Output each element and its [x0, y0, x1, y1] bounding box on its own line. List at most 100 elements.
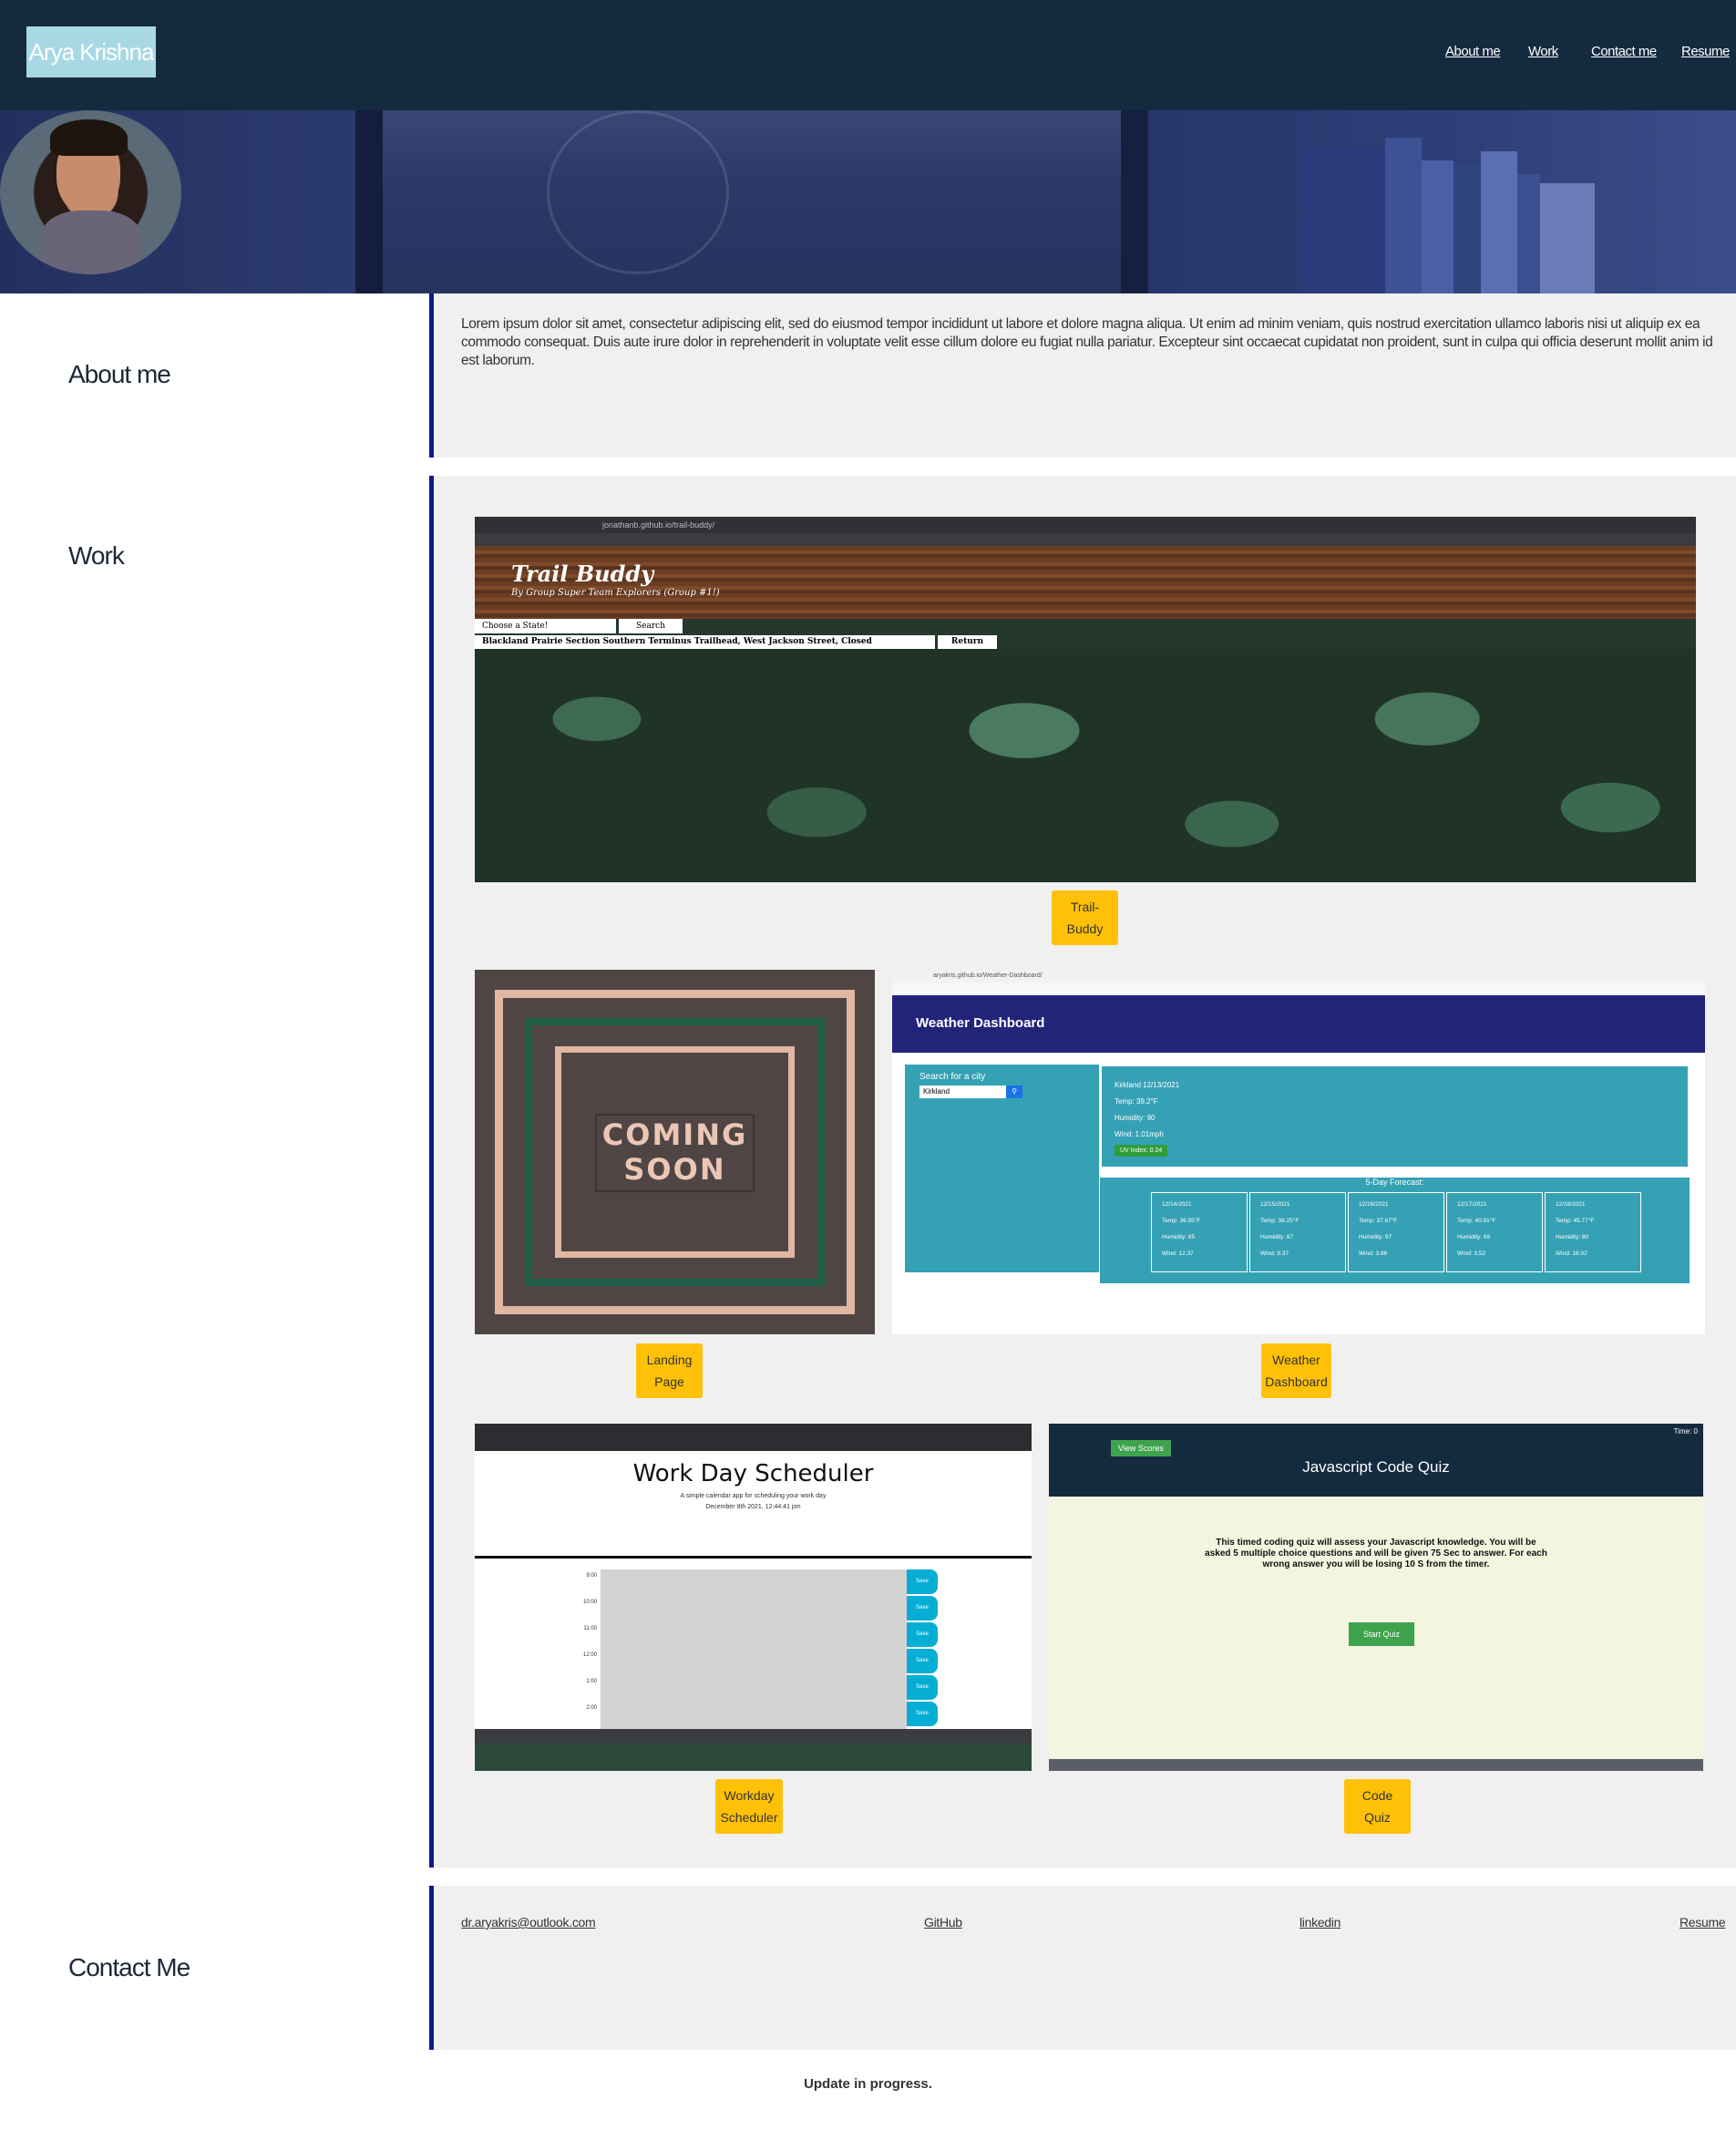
code-quiz-button[interactable]: Code Quiz: [1344, 1779, 1411, 1834]
weather-dashboard-screenshot[interactable]: aryakris.github.io/Weather-Dashboard/ We…: [892, 970, 1705, 1334]
scheduler-hour: 9:00: [586, 1573, 597, 1579]
nav-work[interactable]: Work: [1528, 44, 1558, 59]
forecast-date: 12/17/2021: [1457, 1201, 1487, 1208]
about-text: Lorem ipsum dolor sit amet, consectetur …: [461, 316, 1713, 368]
weather-title: Weather Dashboard: [916, 1015, 1045, 1031]
work-panel: jonathanb.github.io/trail-buddy/ Trail B…: [429, 476, 1736, 1868]
scheduler-save-button: Save: [907, 1702, 938, 1726]
forecast-wind: Wind: 8.37: [1260, 1250, 1289, 1257]
quiz-description: This timed coding quiz will assess your …: [1205, 1538, 1547, 1569]
about-heading: About me: [68, 360, 171, 388]
forecast-date: 12/16/2021: [1359, 1201, 1389, 1208]
scheduler-save-button: Save: [907, 1649, 938, 1673]
forecast-temp: Temp: 38.25°F: [1260, 1218, 1299, 1224]
weather-forecast-title: 5-Day Forecast:: [1365, 1178, 1424, 1187]
forecast-card: 12/17/2021 Temp: 40.91°F Humidity: 69 Wind:…: [1446, 1192, 1543, 1272]
weather-search-icon: ⚲: [1006, 1086, 1022, 1098]
trail-result: Blackland Prairie Section Southern Termi…: [475, 635, 935, 649]
work-heading: Work: [68, 541, 125, 570]
trail-title: Trail Buddy: [511, 561, 654, 587]
scheduler-row: 11:00 Save: [566, 1622, 949, 1649]
weather-address-bar: aryakris.github.io/Weather-Dashboard/: [892, 970, 1705, 983]
forecast-wind: Wind: 16.02: [1556, 1250, 1587, 1257]
landing-page-button-line2: Page: [654, 1374, 684, 1389]
contact-github-link[interactable]: GitHub: [924, 1915, 962, 1929]
scheduler-row: 10:00 Save: [566, 1596, 949, 1622]
browser-address-bar: jonathanb.github.io/trail-buddy/: [475, 517, 1696, 533]
scheduler-button-line1: Workday: [724, 1788, 775, 1803]
scheduler-button-line2: Scheduler: [720, 1810, 778, 1825]
code-quiz-screenshot[interactable]: View Scores Time: 0 Javascript Code Quiz…: [1049, 1424, 1703, 1771]
trail-return-button: Return: [938, 635, 997, 649]
soon-text: SOON: [623, 1152, 726, 1187]
forecast-date: 12/14/2021: [1162, 1201, 1192, 1208]
forecast-hum: Humidity: 97: [1359, 1234, 1392, 1240]
quiz-start-button: Start Quiz: [1349, 1622, 1414, 1646]
forecast-temp: Temp: 36.95°F: [1162, 1218, 1201, 1224]
scheduler-save-button: Save: [907, 1675, 938, 1700]
trail-buddy-screenshot[interactable]: jonathanb.github.io/trail-buddy/ Trail B…: [475, 517, 1696, 882]
nav-about-me[interactable]: About me: [1445, 44, 1501, 59]
weather-humidity: Humidity: 90: [1115, 1114, 1156, 1122]
scheduler-hour: 2:00: [586, 1705, 597, 1711]
quiz-view-scores: View Scores: [1111, 1440, 1171, 1456]
weather-button-line1: Weather: [1272, 1353, 1320, 1367]
forecast-temp: Temp: 40.91°F: [1457, 1218, 1496, 1224]
forecast-row: 12/14/2021 Temp: 36.95°F Humidity: 85 Wind:…: [1151, 1192, 1643, 1276]
contact-heading: Contact Me: [68, 1953, 190, 1981]
landing-page-button[interactable]: Landing Page: [636, 1343, 703, 1398]
contact-email-link[interactable]: dr.aryakris@outlook.com: [461, 1915, 596, 1929]
scheduler-hour: 12:00: [582, 1652, 597, 1658]
weather-search-label: Search for a city: [919, 1072, 986, 1082]
forecast-date: 12/18/2021: [1556, 1201, 1586, 1208]
scheduler-hour: 1:00: [586, 1679, 597, 1684]
contact-panel: dr.aryakris@outlook.com GitHub linkedin …: [429, 1886, 1736, 2050]
nav-resume[interactable]: Resume: [1681, 44, 1730, 59]
weather-dashboard-button[interactable]: Weather Dashboard: [1261, 1343, 1331, 1398]
weather-wind: Wind: 1.01mph: [1115, 1130, 1164, 1138]
scheduler-save-button: Save: [907, 1622, 938, 1647]
weather-uv-badge: UV Index: 0.24: [1115, 1145, 1168, 1157]
trail-buddy-button-line2: Buddy: [1066, 921, 1104, 936]
weather-current-city: Kirkland 12/13/2021: [1115, 1081, 1180, 1089]
scheduler-row: 9:00 Save: [566, 1569, 949, 1596]
forecast-card: 12/14/2021 Temp: 36.95°F Humidity: 85 Wind:…: [1151, 1192, 1248, 1272]
trail-state-select: Choose a State!: [475, 619, 616, 633]
about-panel: Lorem ipsum dolor sit amet, consectetur …: [429, 293, 1736, 458]
nav-contact-me[interactable]: Contact me: [1591, 44, 1657, 59]
quiz-timer: Time: 0: [1673, 1427, 1698, 1435]
scheduler-hour: 11:00: [583, 1626, 597, 1631]
forecast-wind: Wind: 12.37: [1162, 1250, 1194, 1257]
forecast-temp: Temp: 37.67°F: [1359, 1218, 1398, 1224]
profile-avatar: [0, 110, 181, 274]
weather-button-line2: Dashboard: [1265, 1374, 1328, 1389]
trail-buddy-button[interactable]: Trail- Buddy: [1052, 890, 1118, 945]
workday-scheduler-button[interactable]: Workday Scheduler: [715, 1779, 783, 1834]
coming-text: COMING: [601, 1117, 748, 1152]
forecast-hum: Humidity: 87: [1260, 1234, 1294, 1240]
scheduler-subtitle: A simple calendar app for scheduling you…: [680, 1493, 827, 1499]
weather-temp: Temp: 39.2°F: [1115, 1097, 1158, 1106]
forecast-temp: Temp: 45.77°F: [1556, 1218, 1595, 1224]
scheduler-hour: 10:00: [582, 1600, 597, 1605]
forecast-card: 12/18/2021 Temp: 45.77°F Humidity: 80 Wind:…: [1545, 1192, 1641, 1272]
forecast-card: 12/15/2021 Temp: 38.25°F Humidity: 87 Wind:…: [1249, 1192, 1346, 1272]
contact-resume-link[interactable]: Resume: [1680, 1915, 1726, 1929]
scheduler-row: 12:00 Save: [566, 1649, 949, 1675]
trail-search-button: Search: [619, 619, 683, 633]
landing-page-screenshot[interactable]: COMING SOON: [475, 970, 875, 1334]
forecast-wind: Wind: 3.86: [1359, 1250, 1388, 1257]
forecast-card: 12/16/2021 Temp: 37.67°F Humidity: 97 Wind:…: [1348, 1192, 1444, 1272]
hero-banner: [0, 110, 1736, 293]
workday-scheduler-screenshot[interactable]: Work Day Scheduler A simple calendar app…: [475, 1424, 1032, 1771]
contact-linkedin-link[interactable]: linkedin: [1299, 1915, 1341, 1929]
site-logo[interactable]: Arya Krishna: [26, 26, 156, 77]
weather-search-input: Kirkland: [919, 1086, 1006, 1098]
scheduler-date: December 8th 2021, 12:44:41 pm: [705, 1504, 801, 1510]
forecast-wind: Wind: 3.52: [1457, 1250, 1486, 1257]
forecast-hum: Humidity: 69: [1457, 1234, 1491, 1240]
footer-status: Update in progress.: [804, 2076, 932, 2092]
forecast-hum: Humidity: 85: [1162, 1234, 1196, 1240]
scheduler-save-button: Save: [907, 1596, 938, 1621]
forecast-hum: Humidity: 80: [1556, 1234, 1589, 1240]
